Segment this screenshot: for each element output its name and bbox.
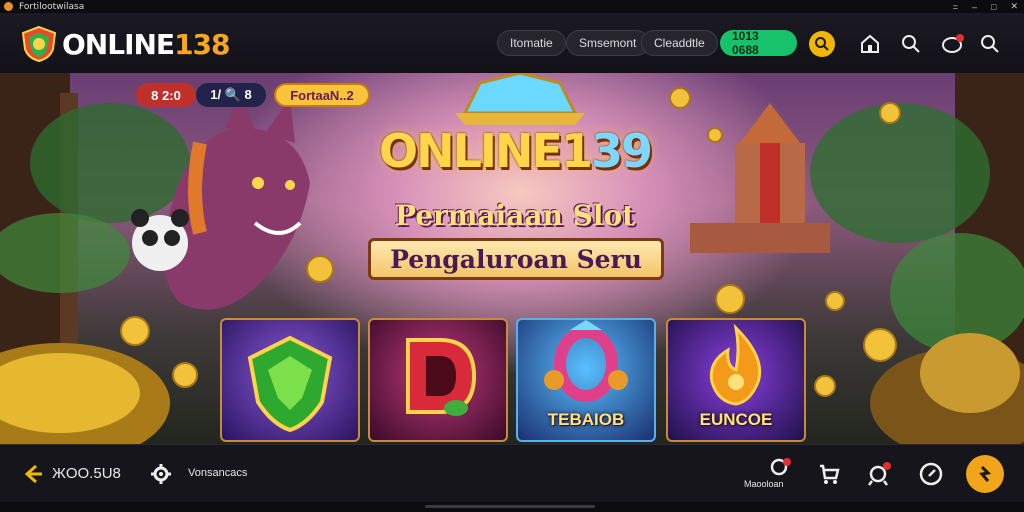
- hero-title: ONLINE139: [355, 128, 675, 174]
- game-card-3[interactable]: TEBAIOB: [516, 318, 656, 442]
- shield-logo-icon: [21, 25, 57, 63]
- gear-icon: [151, 464, 171, 484]
- close-icon[interactable]: ✕: [1010, 1, 1018, 12]
- home-icon: [861, 34, 879, 53]
- compass-icon: [919, 462, 943, 486]
- bottom-strip: [0, 502, 1024, 512]
- game-card-1[interactable]: [220, 318, 360, 442]
- badge-counter-left: 8 2:0: [136, 83, 196, 107]
- profile-label: Maooloan: [744, 479, 784, 489]
- minimize-icon[interactable]: –: [972, 2, 977, 12]
- arrow-left-icon: [24, 464, 42, 484]
- search-button-3[interactable]: [977, 31, 1003, 57]
- hero-banner[interactable]: 8 2:0 1/ 🔍 8 FortaaN..2 ONLINE139 Permai…: [0, 73, 1024, 444]
- bolt-icon: [979, 465, 992, 482]
- nav-item-3[interactable]: Cleaddtle: [641, 29, 718, 57]
- logo-text-number: 138: [174, 27, 230, 61]
- nav-item-1[interactable]: Itomatie: [497, 29, 566, 57]
- hero-title-number: 39: [590, 124, 653, 178]
- settings-button[interactable]: [146, 459, 176, 489]
- badge-counter-mid: 1/ 🔍 8: [196, 83, 266, 107]
- bottom-bar: ЖOO.5U8 Vonsancacs Maooloan: [0, 444, 1024, 503]
- window-titlebar: Fortilootwilasa = – □ ✕: [0, 0, 1024, 13]
- search-icon: [981, 35, 999, 53]
- flame-emblem-icon: [709, 323, 762, 406]
- chat-icon: [942, 34, 964, 53]
- search-button[interactable]: [809, 31, 835, 57]
- shield-emblem-icon: [247, 335, 333, 433]
- logo-text: ONLINE138: [62, 27, 231, 61]
- compass-button[interactable]: [916, 459, 946, 489]
- balance-text: ЖOO.5U8: [52, 465, 121, 482]
- back-button[interactable]: [18, 459, 48, 489]
- hero-subtitle: Permaiaan Slot: [394, 199, 636, 232]
- deposit-button[interactable]: 1013 0688: [720, 29, 797, 57]
- maximize-icon[interactable]: □: [991, 2, 996, 12]
- search-icon: [815, 37, 829, 51]
- menu-icon[interactable]: =: [953, 2, 958, 12]
- search-button-2[interactable]: [898, 31, 924, 57]
- nav-pill[interactable]: Itomatie: [497, 30, 566, 56]
- game-card-3-title: TEBAIOB: [547, 410, 625, 429]
- home-button[interactable]: [857, 31, 883, 57]
- hero-ribbon: Pengaluroan Seru: [368, 238, 664, 280]
- home-indicator: [425, 505, 595, 508]
- nav-item-4[interactable]: 1013 0688: [720, 29, 797, 57]
- menu-fab-button[interactable]: [966, 455, 1004, 493]
- promo-badge[interactable]: FortaaN..2: [274, 83, 370, 107]
- app-icon: [4, 2, 13, 11]
- hero-ribbon-text: Pengaluroan Seru: [390, 244, 642, 274]
- rewards-button[interactable]: [864, 459, 894, 489]
- nav-pill[interactable]: Smsemont: [566, 30, 650, 56]
- site-header: ONLINE138 Itomatie Smsemont Cleaddtle 10…: [0, 13, 1024, 74]
- hero-title-text: ONLINE1: [379, 124, 593, 178]
- cart-icon: [820, 464, 840, 484]
- cart-button[interactable]: [814, 459, 844, 489]
- ring-emblem-icon: [544, 320, 628, 402]
- logo-text-primary: ONLINE: [62, 27, 175, 61]
- site-logo[interactable]: ONLINE138: [20, 25, 231, 63]
- game-card-4-title: EUNCOE: [699, 410, 773, 429]
- nav-item-2[interactable]: Smsemont: [566, 29, 650, 57]
- game-card-4[interactable]: EUNCOE: [666, 318, 806, 442]
- user-badge-icon: [770, 458, 791, 476]
- chat-button[interactable]: [940, 31, 966, 57]
- window-controls: = – □ ✕: [953, 0, 1018, 13]
- gift-icon: [868, 462, 891, 486]
- letter-d-emblem-icon: [406, 338, 477, 416]
- window-title: Fortilootwilasa: [19, 1, 85, 12]
- search-icon: [902, 35, 920, 53]
- game-card-2[interactable]: [368, 318, 508, 442]
- nav-pill[interactable]: Cleaddtle: [641, 30, 718, 56]
- status-text: Vonsancacs: [188, 467, 248, 479]
